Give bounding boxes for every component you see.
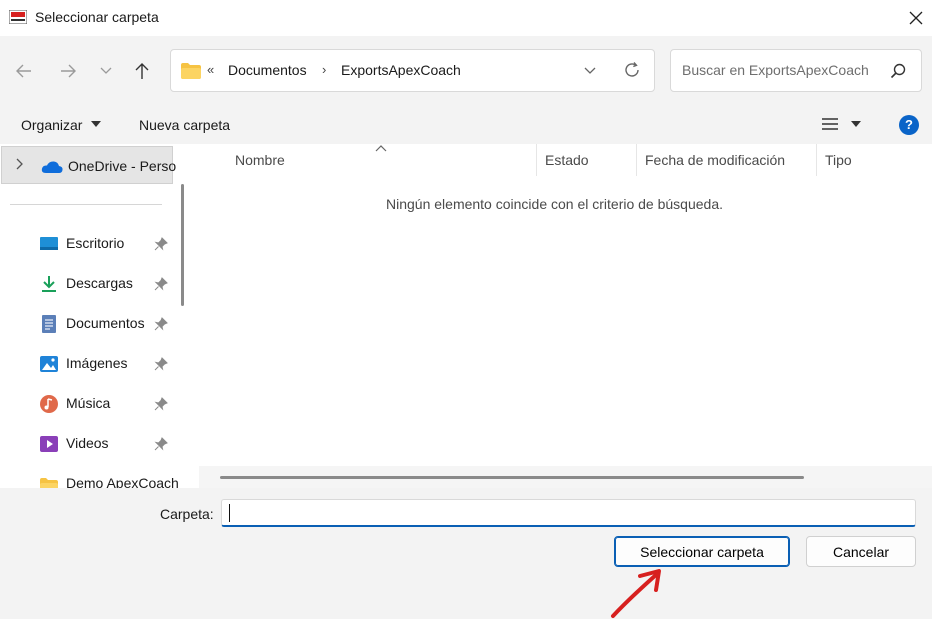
footer-pane: Carpeta: Seleccionar carpeta Cancelar	[0, 488, 932, 578]
document-icon	[42, 315, 56, 333]
up-button[interactable]	[128, 58, 156, 84]
app-logo-icon	[9, 10, 27, 24]
column-separator[interactable]	[816, 144, 817, 176]
download-icon	[42, 276, 56, 292]
pin-icon[interactable]	[154, 397, 168, 411]
address-dropdown-icon[interactable]	[583, 63, 597, 77]
sidebar-item-descargas[interactable]: Descargas	[0, 266, 172, 302]
folder-icon	[40, 478, 58, 488]
cancel-button[interactable]: Cancelar	[806, 536, 916, 567]
select-folder-dialog: Seleccionar carpeta « Documentos › Expor…	[0, 0, 932, 578]
back-button[interactable]	[10, 58, 38, 84]
video-icon	[40, 436, 58, 452]
organize-menu-button[interactable]: Organizar	[21, 117, 82, 133]
sidebar-item-documentos[interactable]: Documentos	[0, 306, 172, 342]
command-bar: Organizar Nueva carpeta ?	[0, 106, 932, 144]
pin-icon[interactable]	[154, 317, 168, 331]
caret-down-icon[interactable]	[91, 121, 101, 127]
sidebar-item-musica[interactable]: Música	[0, 386, 172, 422]
sidebar-item-label: Demo ApexCoach	[66, 475, 179, 488]
arrow-right-icon	[61, 64, 76, 78]
forward-button[interactable]	[54, 58, 82, 84]
music-icon	[40, 395, 58, 413]
refresh-icon[interactable]	[623, 61, 641, 79]
window-title: Seleccionar carpeta	[35, 9, 159, 25]
sidebar-item-escritorio[interactable]: Escritorio	[0, 226, 172, 262]
close-icon	[909, 11, 923, 25]
view-list-icon[interactable]	[821, 117, 839, 131]
onedrive-cloud-icon	[41, 161, 63, 173]
column-separator[interactable]	[536, 144, 537, 176]
breadcrumb-separator[interactable]: ›	[322, 62, 326, 77]
new-folder-button[interactable]: Nueva carpeta	[139, 117, 230, 133]
chevron-down-icon	[100, 67, 112, 74]
pin-icon[interactable]	[154, 437, 168, 451]
sidebar-scrollbar[interactable]	[181, 184, 184, 306]
pin-icon[interactable]	[154, 237, 168, 251]
navigation-bar: « Documentos › ExportsApexCoach Buscar e…	[0, 36, 932, 106]
sidebar-item-label: Escritorio	[66, 235, 125, 251]
annotation-arrow-icon	[611, 569, 661, 618]
arrow-left-icon	[16, 64, 31, 78]
file-list: Nombre Estado Fecha de modificación Tipo…	[193, 144, 932, 488]
title-bar: Seleccionar carpeta	[0, 0, 932, 36]
sidebar-item-label: OneDrive - Perso	[68, 158, 177, 174]
column-header-status[interactable]: Estado	[545, 152, 589, 168]
sidebar-item-label: Imágenes	[66, 355, 128, 371]
search-placeholder[interactable]: Buscar en ExportsApexCoach	[682, 62, 869, 78]
close-button[interactable]	[902, 4, 930, 32]
search-box[interactable]: Buscar en ExportsApexCoach	[670, 49, 922, 92]
pin-icon[interactable]	[154, 357, 168, 371]
folder-name-input[interactable]	[221, 499, 916, 527]
pin-icon[interactable]	[154, 277, 168, 291]
folder-icon	[181, 63, 201, 79]
sidebar-item-demo-apexcoach[interactable]: Demo ApexCoach	[0, 466, 179, 488]
empty-state-message: Ningún elemento coincide con el criterio…	[386, 196, 723, 212]
pictures-icon	[40, 356, 58, 372]
sidebar-item-videos[interactable]: Videos	[0, 426, 172, 462]
column-separator[interactable]	[636, 144, 637, 176]
column-header-modified-date[interactable]: Fecha de modificación	[645, 152, 785, 168]
sidebar-item-label: Videos	[66, 435, 109, 451]
horizontal-scrollbar-thumb[interactable]	[220, 476, 804, 479]
navigation-pane: OneDrive - Perso Escritorio Descargas Do…	[0, 144, 186, 488]
sidebar-item-label: Música	[66, 395, 111, 411]
address-bar[interactable]: « Documentos › ExportsApexCoach	[170, 49, 655, 92]
sidebar-item-onedrive[interactable]: OneDrive - Perso	[1, 146, 177, 184]
column-header-name[interactable]: Nombre	[235, 152, 285, 168]
text-cursor	[229, 504, 230, 522]
sidebar-item-label: Documentos	[66, 315, 145, 331]
sort-ascending-icon	[375, 145, 387, 152]
sidebar-item-label: Descargas	[66, 275, 133, 291]
sidebar-divider	[10, 204, 162, 205]
view-options-caret-icon[interactable]	[851, 121, 861, 127]
column-header-type[interactable]: Tipo	[825, 152, 852, 168]
breadcrumb-exportsapexcoach[interactable]: ExportsApexCoach	[341, 62, 461, 78]
sidebar-item-imagenes[interactable]: Imágenes	[0, 346, 172, 382]
chevron-right-icon[interactable]	[16, 158, 24, 170]
address-overflow-indicator[interactable]: «	[207, 62, 214, 77]
help-button[interactable]: ?	[899, 115, 919, 135]
recent-locations-button[interactable]	[92, 58, 120, 84]
breadcrumb-documentos[interactable]: Documentos	[228, 62, 307, 78]
arrow-up-icon	[135, 63, 149, 79]
search-icon[interactable]	[890, 63, 906, 79]
folder-field-label: Carpeta:	[160, 506, 214, 522]
desktop-icon	[40, 237, 58, 250]
